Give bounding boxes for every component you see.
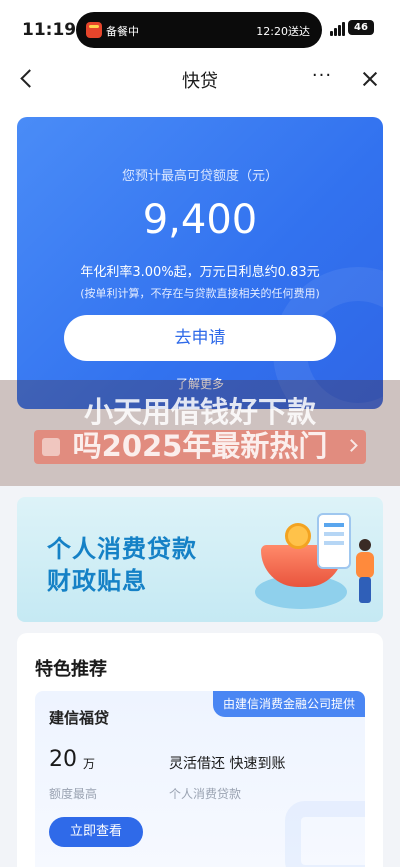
product-card[interactable]: 由建信消费金融公司提供 建信福贷 20 万 额度最高 灵活借还 快速到账 个人消… [35,691,365,867]
page-title: 快贷 [182,71,218,92]
overlay-headline-line1: 小天用借钱好下款 [83,395,316,429]
decorative-watermark [285,801,365,867]
view-now-button[interactable]: 立即查看 [49,817,143,847]
product-type: 个人消费贷款 [169,787,242,801]
interest-note: (按单利计算，不存在与贷款直接相关的任何费用) [80,287,320,300]
credit-limit-label: 您预计最高可贷额度（元） [121,169,278,184]
featured-recommendations: 特色推荐 由建信消费金融公司提供 建信福贷 20 万 额度最高 灵活借还 快速到… [17,633,383,867]
interest-rate-text: 年化利率3.00%起，万元日利息约0.83元 [80,265,320,280]
signal-icon [330,22,348,36]
food-delivery-icon [86,22,102,38]
overlay-headline-line2: 吗2025年最新热门 [72,429,328,463]
phone-icon [317,513,351,569]
more-icon[interactable]: ··· [306,64,338,94]
overlay-headline: 小天用借钱好下款 吗2025年最新热门 [0,395,400,463]
product-highlight: 灵活借还 快速到账 [169,756,286,772]
credit-limit-amount: 9,400 [142,197,258,243]
person-illustration-legs [359,577,371,603]
subsidy-banner[interactable]: 个人消费贷款 财政贴息 [17,497,383,622]
provider-badge: 由建信消费金融公司提供 [212,691,365,717]
max-amount-unit: 万 [83,757,96,771]
banner-title-line1: 个人消费贷款 [47,535,197,563]
person-illustration-body [356,552,374,578]
close-icon[interactable] [355,64,385,94]
person-illustration-head [359,539,371,551]
delivery-status: 备餐中 [106,25,139,38]
dynamic-island[interactable]: 备餐中 12:20送达 [76,12,322,48]
max-amount-value: 20 [49,747,77,772]
delivery-eta: 12:20送达 [256,25,310,38]
apply-button[interactable]: 去申请 [64,315,336,361]
credit-limit-card: 您预计最高可贷额度（元） 9,400 年化利率3.00%起，万元日利息约0.83… [17,117,383,409]
status-bar: 11:19 备餐中 12:20送达 46 [0,0,400,60]
nav-bar: 快贷 ··· [0,60,400,98]
battery-icon: 46 [348,20,374,35]
coin-icon [285,523,311,549]
banner-title-line2: 财政贴息 [47,567,147,595]
section-heading: 特色推荐 [35,659,107,680]
status-time: 11:19 [22,20,77,40]
max-amount-label: 额度最高 [49,787,98,801]
product-name: 建信福贷 [49,709,110,727]
